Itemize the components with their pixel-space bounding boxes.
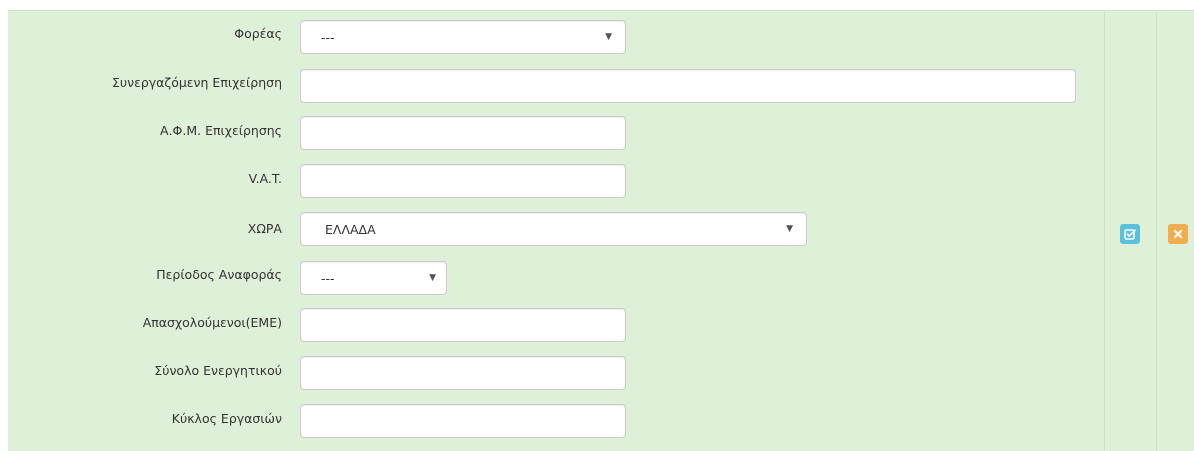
foreas-select[interactable]: --- ▼ xyxy=(300,20,626,54)
label-company-tax-id: Α.Φ.Μ. Επιχείρησης xyxy=(160,123,282,138)
partner-company-input[interactable] xyxy=(300,69,1076,103)
label-reference-period: Περίοδος Αναφοράς xyxy=(156,267,282,282)
chevron-down-icon: ▼ xyxy=(605,32,612,42)
label-total-assets: Σύνολο Ενεργητικού xyxy=(154,363,282,378)
label-foreas: Φορέας xyxy=(234,26,282,41)
total-assets-input[interactable] xyxy=(300,356,626,390)
country-select-value: ΕΛΛΑΔΑ xyxy=(325,221,376,237)
chevron-down-icon: ▼ xyxy=(786,224,793,234)
company-tax-id-input[interactable] xyxy=(300,116,626,150)
reference-period-select-value: --- xyxy=(321,270,335,286)
label-country: ΧΩΡΑ xyxy=(247,221,282,236)
close-icon xyxy=(1173,229,1183,239)
form-row-panel: Φορέας --- ▼ Συνεργαζόμενη Επιχείρηση Α.… xyxy=(8,10,1194,451)
foreas-select-value: --- xyxy=(321,29,335,45)
turnover-input[interactable] xyxy=(300,404,626,438)
edit-button[interactable] xyxy=(1120,224,1140,244)
label-partner-company: Συνεργαζόμενη Επιχείρηση xyxy=(111,75,282,90)
label-vat: V.A.T. xyxy=(248,171,282,186)
cancel-button[interactable] xyxy=(1168,224,1188,244)
label-turnover: Κύκλος Εργασιών xyxy=(171,411,282,426)
edit-check-icon xyxy=(1124,229,1136,240)
chevron-down-icon: ▼ xyxy=(429,273,436,283)
reference-period-select[interactable]: --- ▼ xyxy=(300,261,447,295)
country-select[interactable]: ΕΛΛΑΔΑ ▼ xyxy=(300,212,807,246)
label-employees: Απασχολούμενοι(ΕΜΕ) xyxy=(142,315,282,330)
vat-input[interactable] xyxy=(300,164,626,198)
column-divider xyxy=(1104,11,1105,451)
employees-input[interactable] xyxy=(300,308,626,342)
column-divider xyxy=(1156,11,1157,451)
